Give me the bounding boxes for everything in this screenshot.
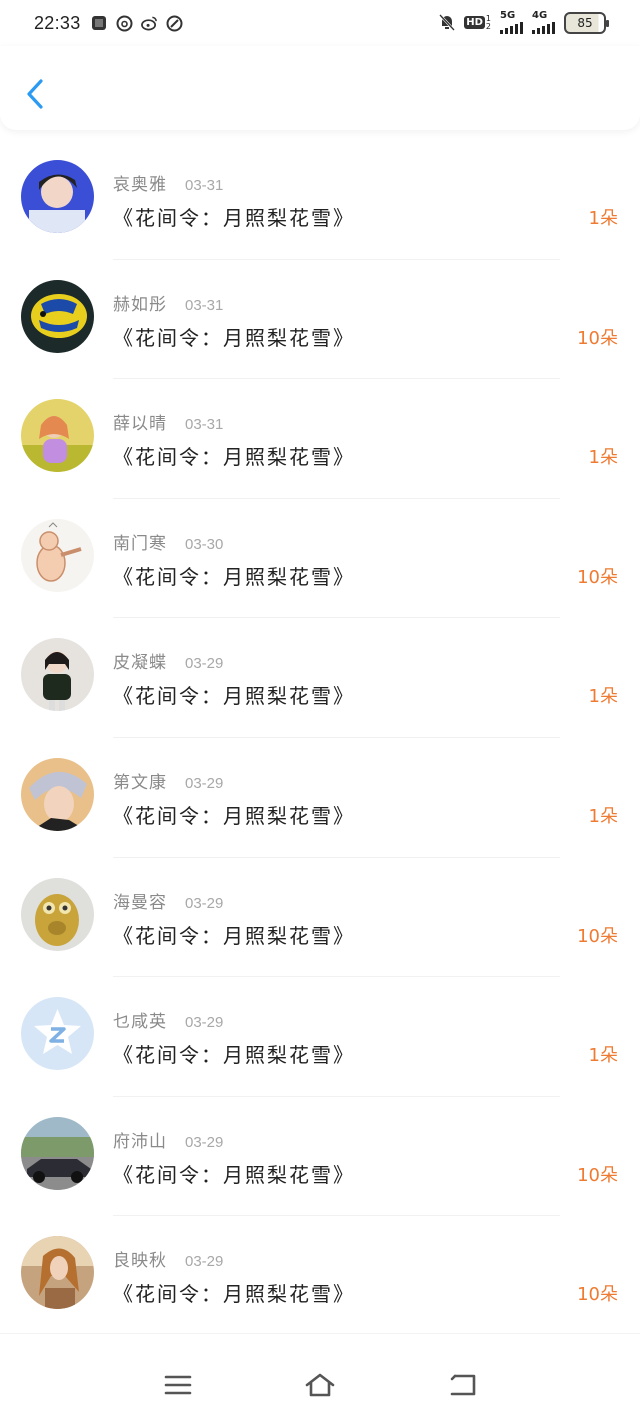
list-item[interactable]: 皮凝蝶 03-29 《花间令：月照梨花雪》 1朵	[0, 618, 640, 738]
song-title: 《花间令：月照梨花雪》	[113, 684, 355, 709]
menu-icon	[164, 1375, 192, 1395]
user-name: 乜咸英	[113, 1012, 167, 1033]
link-app-icon	[166, 15, 183, 32]
signal-bars-icon	[532, 21, 555, 34]
chevron-left-icon	[27, 79, 43, 109]
avatar[interactable]	[21, 279, 94, 353]
date: 03-29	[185, 774, 224, 792]
system-status: HD 12 5G 4G 85	[438, 11, 609, 34]
list-item[interactable]: 哀奥雅 03-31 《花间令：月照梨花雪》 1朵	[0, 140, 640, 260]
date: 03-29	[185, 1133, 224, 1151]
flower-amount: 10朵	[577, 925, 618, 947]
flower-amount: 1朵	[588, 447, 618, 469]
flower-amount: 1朵	[588, 208, 618, 229]
list-item[interactable]: 第文康 03-29 《花间令：月照梨花雪》 1朵	[0, 738, 640, 858]
signal-bars-icon	[500, 21, 523, 34]
back-nav-button[interactable]	[446, 1370, 480, 1400]
song-title: 《花间令：月照梨花雪》	[113, 1282, 355, 1307]
flower-amount: 10朵	[577, 566, 618, 588]
song-title: 《花间令：月照梨花雪》	[113, 206, 355, 230]
list-item[interactable]: 南门寒 03-30 《花间令：月照梨花雪》 10朵	[0, 499, 640, 619]
system-nav-bar	[0, 1333, 640, 1423]
weibo-icon	[140, 15, 158, 32]
avatar[interactable]	[21, 399, 94, 473]
signal-sim1: 5G	[500, 11, 523, 34]
avatar[interactable]	[21, 877, 94, 951]
list-item[interactable]: 乜咸英 03-29 《花间令：月照梨花雪》 1朵	[0, 977, 640, 1097]
song-title: 《花间令：月照梨花雪》	[113, 445, 355, 470]
list-item[interactable]: 薛以晴 03-31 《花间令：月照梨花雪》 1朵	[0, 379, 640, 499]
avatar[interactable]	[21, 518, 94, 592]
flower-amount: 1朵	[588, 1045, 618, 1067]
list-item[interactable]: 海曼容 03-29 《花间令：月照梨花雪》 10朵	[0, 858, 640, 978]
date: 03-31	[185, 416, 224, 434]
date: 03-29	[185, 1014, 224, 1032]
date: 03-29	[185, 1253, 224, 1271]
user-name: 南门寒	[113, 533, 167, 554]
page-header	[0, 46, 640, 130]
avatar[interactable]	[21, 757, 94, 831]
netease-music-icon	[116, 15, 133, 32]
date: 03-29	[185, 655, 224, 673]
list-item[interactable]: 良映秋 03-29 《花间令：月照梨花雪》 10朵	[0, 1216, 640, 1336]
home-icon	[305, 1373, 335, 1397]
user-name: 皮凝蝶	[113, 653, 167, 674]
mute-bell-icon	[438, 14, 455, 31]
flower-amount: 10朵	[577, 327, 618, 349]
user-name: 海曼容	[113, 892, 167, 913]
back-button[interactable]	[20, 76, 50, 112]
menu-button[interactable]	[161, 1370, 195, 1400]
date: 03-29	[185, 894, 224, 912]
list-item[interactable]: 赫如彤 03-31 《花间令：月照梨花雪》 10朵	[0, 260, 640, 380]
song-title: 《花间令：月照梨花雪》	[113, 803, 355, 828]
date: 03-31	[185, 177, 224, 194]
song-title: 《花间令：月照梨花雪》	[113, 1162, 355, 1187]
date: 03-30	[185, 535, 224, 553]
list-item[interactable]: 府沛山 03-29 《花间令：月照梨花雪》 10朵	[0, 1097, 640, 1217]
song-title: 《花间令：月照梨花雪》	[113, 923, 355, 948]
back-icon	[450, 1374, 476, 1396]
signal-sim2: 4G	[532, 11, 555, 34]
avatar[interactable]	[21, 1236, 94, 1310]
flower-amount: 10朵	[577, 1284, 618, 1306]
flower-amount: 1朵	[588, 686, 618, 708]
app-notification-icon	[91, 15, 108, 32]
battery-icon: 85	[564, 11, 609, 34]
home-button[interactable]	[303, 1370, 337, 1400]
avatar[interactable]	[21, 160, 94, 233]
date: 03-31	[185, 296, 224, 314]
user-name: 府沛山	[113, 1131, 167, 1152]
song-title: 《花间令：月照梨花雪》	[113, 325, 355, 350]
song-title: 《花间令：月照梨花雪》	[113, 564, 355, 589]
status-bar: 22:33 HD 12 5G 4G 85	[0, 0, 640, 46]
song-title: 《花间令：月照梨花雪》	[113, 1043, 355, 1068]
hd-indicator: HD 12	[464, 13, 491, 31]
flower-amount: 10朵	[577, 1164, 618, 1186]
flower-amount: 1朵	[588, 805, 618, 827]
notification-icons	[91, 15, 183, 32]
user-name: 赫如彤	[113, 294, 167, 315]
user-name: 薛以晴	[113, 414, 167, 435]
avatar[interactable]	[21, 997, 94, 1071]
user-name: 良映秋	[113, 1251, 167, 1272]
avatar[interactable]	[21, 638, 94, 712]
user-name: 第文康	[113, 772, 167, 793]
avatar[interactable]	[21, 1116, 94, 1190]
status-time: 22:33	[34, 12, 81, 33]
user-name: 哀奥雅	[113, 175, 167, 195]
gift-record-list: 哀奥雅 03-31 《花间令：月照梨花雪》 1朵 赫如彤 03-31 《花间令：…	[0, 140, 640, 1336]
